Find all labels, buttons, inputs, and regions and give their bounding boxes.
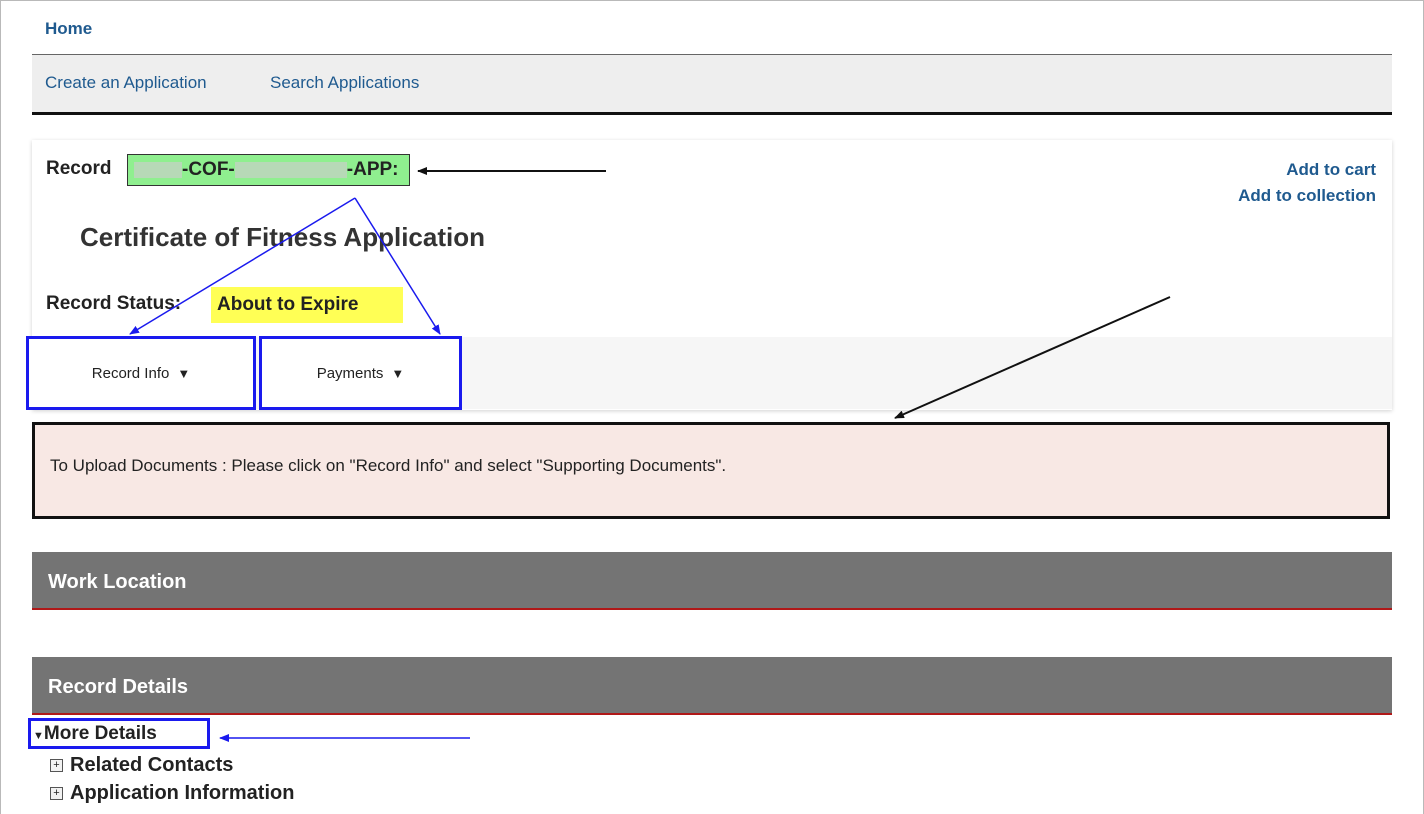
application-information-row[interactable]: + Application Information — [50, 782, 294, 805]
caret-down-icon: ▼ — [391, 365, 405, 381]
more-details-toggle[interactable]: ▼More Details — [28, 718, 210, 749]
record-actions: Add to cart Add to collection — [1238, 157, 1376, 209]
record-id: -COF- -APP: — [127, 154, 410, 186]
more-details-label: More Details — [43, 723, 157, 744]
related-contacts-label: Related Contacts — [70, 754, 234, 776]
triangle-down-icon: ▼ — [33, 730, 44, 742]
redacted-segment — [134, 161, 182, 178]
search-applications-link[interactable]: Search Applications — [270, 73, 419, 93]
upload-notice-text: To Upload Documents : Please click on "R… — [50, 456, 727, 475]
record-id-part-1: -COF- — [182, 159, 235, 180]
tab-record-info-label: Record Info — [91, 364, 170, 382]
application-information-label: Application Information — [70, 782, 295, 804]
add-to-collection-link[interactable]: Add to collection — [1238, 183, 1376, 209]
record-label: Record — [46, 158, 112, 179]
record-id-part-2: -APP: — [346, 159, 399, 180]
redacted-segment — [234, 161, 347, 178]
upload-notice: To Upload Documents : Please click on "R… — [32, 422, 1390, 519]
top-navigation: Create an Application Search Application… — [32, 54, 1392, 115]
tab-payments-label: Payments — [316, 364, 384, 382]
home-link[interactable]: Home — [45, 19, 92, 39]
record-status-label: Record Status: — [46, 293, 182, 314]
caret-down-icon: ▼ — [177, 365, 191, 381]
record-status-badge: About to Expire — [211, 287, 403, 323]
section-work-location[interactable]: Work Location — [32, 552, 1392, 610]
related-contacts-row[interactable]: + Related Contacts — [50, 754, 233, 777]
tab-payments[interactable]: Payments ▼ — [259, 336, 462, 410]
tab-record-info[interactable]: Record Info ▼ — [26, 336, 256, 410]
expand-plus-icon: + — [50, 787, 63, 800]
page-title: Certificate of Fitness Application — [80, 222, 485, 252]
add-to-cart-link[interactable]: Add to cart — [1238, 157, 1376, 183]
expand-plus-icon: + — [50, 759, 63, 772]
create-application-link[interactable]: Create an Application — [45, 73, 207, 93]
section-record-details[interactable]: Record Details — [32, 657, 1392, 715]
